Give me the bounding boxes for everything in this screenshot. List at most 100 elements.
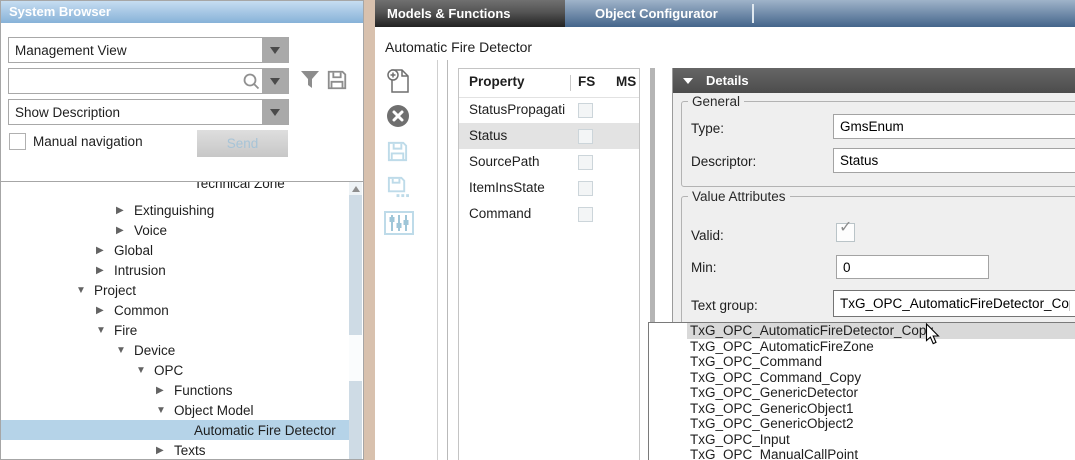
dropdown-item-txg-opc-genericobject2[interactable]: TxG_OPC_GenericObject2 xyxy=(687,416,1075,432)
save-icon[interactable] xyxy=(386,140,409,163)
valid-checkbox[interactable]: ✓ xyxy=(836,223,855,242)
manual-navigation-checkbox[interactable] xyxy=(9,133,26,150)
tree-item-intrusion[interactable]: ▶Intrusion xyxy=(1,260,349,280)
tree-item-label: Object Model xyxy=(174,403,254,418)
tab-models-functions[interactable]: Models & Functions xyxy=(375,0,565,27)
property-name: Status xyxy=(469,123,507,149)
tree-item-object-model[interactable]: ▼Object Model xyxy=(1,400,349,420)
chevron-collapsed-icon[interactable]: ▶ xyxy=(116,205,134,216)
search-icon xyxy=(242,72,260,90)
tree-scrollbar[interactable] xyxy=(349,182,362,459)
dropdown-item-txg-opc-genericdetector[interactable]: TxG_OPC_GenericDetector xyxy=(687,385,1075,401)
tree-item-extinguishing[interactable]: ▶Extinguishing xyxy=(1,200,349,220)
vertical-separator xyxy=(447,60,448,460)
chevron-expanded-icon[interactable]: ▼ xyxy=(156,405,174,416)
system-tree: Technical Zone▶Extinguishing▶Voice▶Globa… xyxy=(1,181,363,459)
chevron-collapsed-icon[interactable]: ▶ xyxy=(96,305,114,316)
dropdown-item-txg-opc-genericobject1[interactable]: TxG_OPC_GenericObject1 xyxy=(687,401,1075,417)
fs-checkbox[interactable] xyxy=(578,207,593,222)
tree-item-label: Technical Zone xyxy=(194,181,285,191)
tree-item-texts[interactable]: ▶Texts xyxy=(1,440,349,459)
chevron-expanded-icon[interactable]: ▼ xyxy=(96,325,114,336)
chevron-collapsed-icon[interactable]: ▶ xyxy=(156,385,174,396)
view-selector-value: Management View xyxy=(9,43,262,58)
search-input[interactable] xyxy=(9,69,242,93)
filter-icon[interactable] xyxy=(300,70,320,89)
property-row-statuspropagati[interactable]: StatusPropagati xyxy=(459,97,639,123)
tree-item-opc[interactable]: ▼OPC xyxy=(1,360,349,380)
tree-scrollbar-thumb[interactable] xyxy=(349,335,362,381)
tree-item-label: Common xyxy=(114,303,169,318)
tree-item-automatic-fire-detector[interactable]: Automatic Fire Detector xyxy=(1,420,349,440)
dropdown-item-txg-opc-automaticfiredetector-copy[interactable]: TxG_OPC_AutomaticFireDetector_Copy xyxy=(687,323,1075,339)
fs-checkbox[interactable] xyxy=(578,103,593,118)
chevron-expanded-icon[interactable]: ▼ xyxy=(116,345,134,356)
tree-item-fire[interactable]: ▼Fire xyxy=(1,320,349,340)
property-row-command[interactable]: Command xyxy=(459,201,639,227)
send-button[interactable]: Send xyxy=(197,130,288,157)
sliders-settings-icon[interactable] xyxy=(384,211,414,235)
view-selector-dropdown-button[interactable] xyxy=(262,38,288,62)
property-row-sourcepath[interactable]: SourcePath xyxy=(459,149,639,175)
dropdown-item-txg-opc-input[interactable]: TxG_OPC_Input xyxy=(687,432,1075,448)
view-selector[interactable]: Management View xyxy=(8,37,289,63)
min-field[interactable] xyxy=(836,255,989,279)
tree-item-voice[interactable]: ▶Voice xyxy=(1,220,349,240)
dropdown-item-txg-opc-command-copy[interactable]: TxG_OPC_Command_Copy xyxy=(687,370,1075,386)
display-mode-selector[interactable]: Show Description xyxy=(8,99,289,125)
property-grid-header: Property FS MS xyxy=(459,69,639,98)
delete-icon[interactable] xyxy=(386,104,410,128)
tree-item-common[interactable]: ▶Common xyxy=(1,300,349,320)
property-row-iteminsstate[interactable]: ItemInsState xyxy=(459,175,639,201)
chevron-collapsed-icon[interactable]: ▶ xyxy=(96,245,114,256)
chevron-expanded-icon[interactable]: ▼ xyxy=(136,365,154,376)
fs-checkbox[interactable] xyxy=(578,181,593,196)
search-dropdown-button[interactable] xyxy=(262,69,288,93)
dropdown-item-txg-opc-command[interactable]: TxG_OPC_Command xyxy=(687,354,1075,370)
property-row-status[interactable]: Status xyxy=(459,123,639,149)
type-field[interactable] xyxy=(833,114,1075,139)
property-name: Command xyxy=(469,201,531,227)
add-model-icon[interactable] xyxy=(386,68,412,94)
tree-item-technical-zone[interactable]: Technical Zone xyxy=(1,181,349,193)
property-name: SourcePath xyxy=(469,149,540,175)
chevron-down-icon xyxy=(270,78,280,85)
collapse-triangle-icon[interactable] xyxy=(683,78,693,84)
property-grid-rows: StatusPropagatiStatusSourcePathItemInsSt… xyxy=(459,97,639,460)
descriptor-field[interactable] xyxy=(833,148,1075,173)
dropdown-item-txg-opc-manualcallpoint[interactable]: TxG_OPC_ManualCallPoint xyxy=(687,447,1075,460)
save-filter-icon[interactable] xyxy=(326,69,348,91)
chevron-down-icon xyxy=(270,109,280,116)
tab-bar: Models & Functions Object Configurator xyxy=(375,0,1075,27)
tree-item-project[interactable]: ▼Project xyxy=(1,280,349,300)
chevron-collapsed-icon[interactable]: ▶ xyxy=(156,445,174,456)
chevron-expanded-icon[interactable]: ▼ xyxy=(76,285,94,296)
save-as-icon[interactable] xyxy=(386,175,409,198)
tree-item-label: Project xyxy=(94,283,136,298)
text-group-combobox[interactable] xyxy=(833,290,1075,317)
text-group-dropdown-list: TxG_OPC_AutomaticFireDetector_CopyTxG_OP… xyxy=(648,322,1075,460)
tree-item-label: Texts xyxy=(174,443,206,458)
dropdown-item-txg-opc-automaticfirezone[interactable]: TxG_OPC_AutomaticFireZone xyxy=(687,339,1075,355)
column-divider xyxy=(570,75,571,91)
type-label: Type: xyxy=(691,121,724,136)
display-mode-dropdown-button[interactable] xyxy=(262,100,288,124)
chevron-collapsed-icon[interactable]: ▶ xyxy=(96,265,114,276)
tree-item-label: Voice xyxy=(134,223,167,238)
tree-item-label: Intrusion xyxy=(114,263,166,278)
tab-object-configurator[interactable]: Object Configurator xyxy=(595,0,718,27)
details-header[interactable]: Details xyxy=(673,68,1075,93)
chevron-down-icon xyxy=(270,47,280,54)
fs-checkbox[interactable] xyxy=(578,129,593,144)
tree-item-device[interactable]: ▼Device xyxy=(1,340,349,360)
scroll-up-icon[interactable] xyxy=(349,182,362,195)
fs-checkbox[interactable] xyxy=(578,155,593,170)
tree-item-label: Functions xyxy=(174,383,233,398)
chevron-collapsed-icon[interactable]: ▶ xyxy=(116,225,134,236)
text-group-label: Text group: xyxy=(691,298,758,313)
tree-item-functions[interactable]: ▶Functions xyxy=(1,380,349,400)
tree-item-label: OPC xyxy=(154,363,183,378)
valid-label: Valid: xyxy=(691,228,724,243)
general-legend: General xyxy=(688,94,744,109)
tree-item-global[interactable]: ▶Global xyxy=(1,240,349,260)
